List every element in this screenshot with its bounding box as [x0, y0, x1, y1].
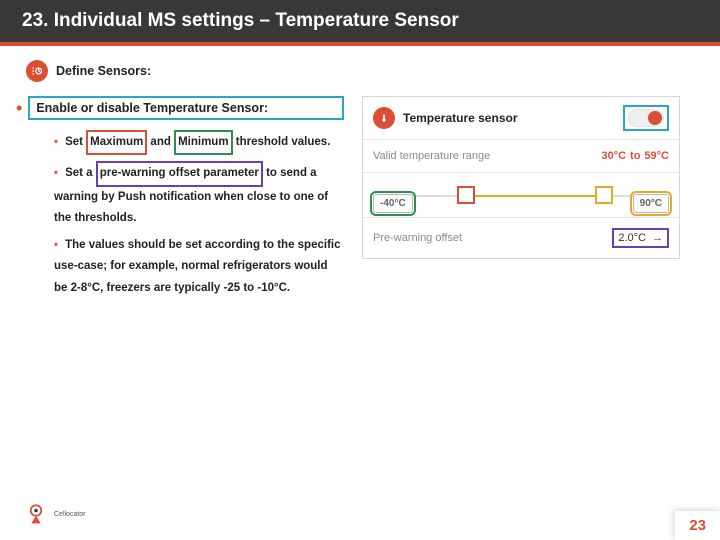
sub-text: Set [65, 136, 83, 148]
phone-card: Temperature sensor Valid temperature ran… [362, 96, 680, 259]
sub-bullets: • Set Maximum and Minimum threshold valu… [54, 130, 344, 299]
slider-max-chip: 90°C [633, 194, 669, 213]
toggle-knob-icon [648, 111, 662, 125]
range-high-value: 59°C [644, 150, 669, 162]
sub-text: The values should be set according to th… [54, 239, 341, 294]
valid-range-values: 30°C to 59°C [601, 150, 669, 162]
brand-name: Cellocator [54, 511, 86, 518]
slider-handle-low[interactable] [457, 186, 475, 204]
sub-bullet-prewarning: • Set a pre-warning offset parameter to … [54, 161, 344, 229]
brand-logo: Cellocator [22, 500, 86, 528]
sub-bullet-thresholds: • Set Maximum and Minimum threshold valu… [54, 130, 344, 155]
phone-screenshot-card: Temperature sensor Valid temperature ran… [362, 96, 680, 259]
slider-handle-high[interactable] [595, 186, 613, 204]
minimum-highlight: Minimum [174, 130, 232, 155]
valid-range-label: Valid temperature range [373, 150, 490, 162]
main-two-col: • Enable or disable Temperature Sensor: … [26, 96, 694, 305]
enable-toggle-highlight [623, 105, 669, 131]
phone-temperature-title: Temperature sensor [403, 111, 518, 125]
chevron-right-icon: → [652, 232, 663, 244]
range-to-label: to [630, 150, 640, 162]
sub-bullet-dot-icon: • [54, 167, 58, 179]
prewarning-highlight: pre-warning offset parameter [96, 161, 263, 186]
maximum-highlight: Maximum [86, 130, 147, 155]
phone-header-left: Temperature sensor [373, 107, 518, 129]
prewarning-offset-value: 2.0°C [618, 232, 646, 244]
define-sensors-label: Define Sensors: [56, 64, 151, 78]
prewarning-offset-value-highlight: 2.0°C → [612, 228, 669, 248]
thermometer-icon [373, 107, 395, 129]
sub-bullet-usecase: • The values should be set according to … [54, 235, 344, 299]
sub-bullet-dot-icon: • [54, 136, 58, 148]
slider-fill [466, 195, 604, 197]
slide-content: Define Sensors: • Enable or disable Temp… [0, 46, 720, 313]
slide-header: 23. Individual MS settings – Temperature… [0, 0, 720, 46]
prewarning-offset-label: Pre-warning offset [373, 232, 462, 244]
prewarning-offset-row[interactable]: Pre-warning offset 2.0°C → [363, 218, 679, 258]
valid-range-row: Valid temperature range 30°C to 59°C [363, 140, 679, 173]
slide-title: 23. Individual MS settings – Temperature… [22, 10, 698, 32]
slider-min-chip: -40°C [373, 194, 413, 213]
sensor-badge-icon [26, 60, 48, 82]
sub-bullet-dot-icon: • [54, 239, 58, 251]
range-slider[interactable] [383, 195, 659, 197]
enable-disable-highlight: Enable or disable Temperature Sensor: [28, 96, 344, 120]
phone-temperature-header: Temperature sensor [363, 97, 679, 140]
range-low-value: 30°C [601, 150, 626, 162]
temperature-toggle[interactable] [628, 109, 664, 127]
sub-text: Set a [65, 167, 93, 179]
enable-disable-bullet: • Enable or disable Temperature Sensor: [16, 96, 344, 120]
define-sensors-row: Define Sensors: [26, 60, 694, 82]
range-slider-row: -40°C 90°C [363, 173, 679, 218]
page-number: 23 [675, 511, 720, 540]
text-column: • Enable or disable Temperature Sensor: … [26, 96, 344, 305]
sub-text: and [150, 136, 170, 148]
sub-text: threshold values. [236, 136, 331, 148]
